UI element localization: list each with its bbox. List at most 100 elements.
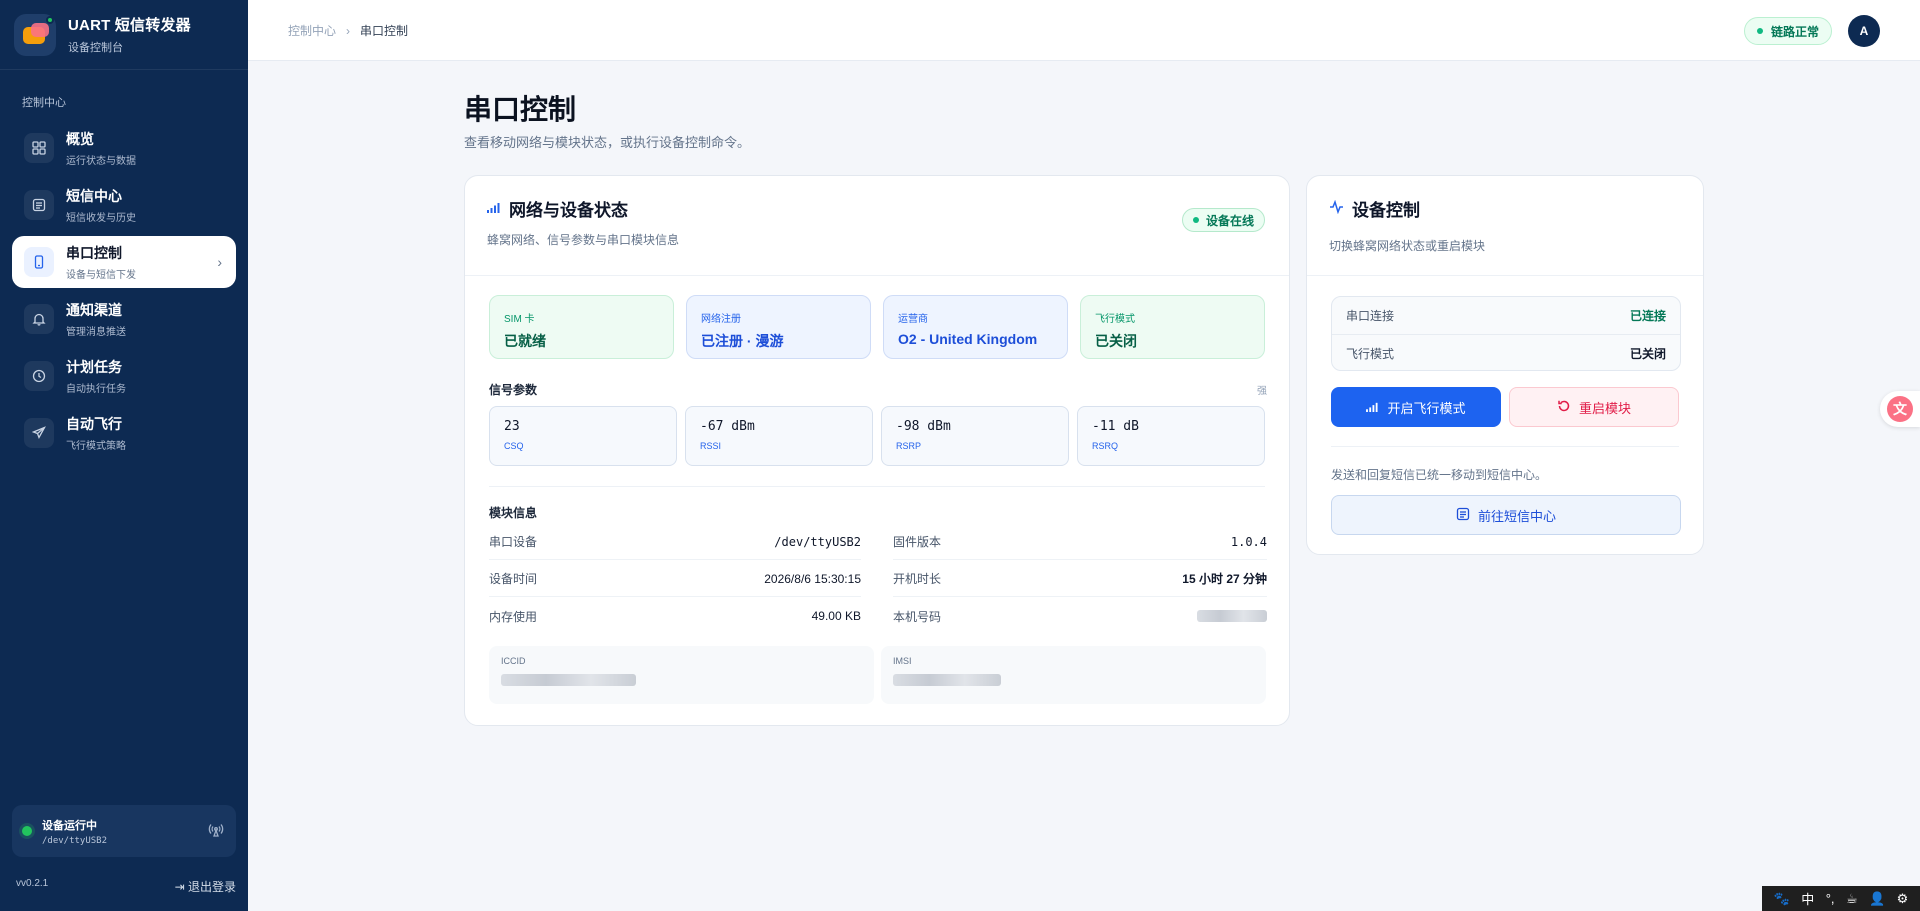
logout-button[interactable]: ⇥ 退出登录: [175, 878, 236, 895]
control-status-box: 串口连接 已连接 飞行模式 已关闭: [1331, 296, 1681, 371]
iccid-box: ICCID: [489, 646, 874, 704]
serial-connection-row: 串口连接 已连接: [1332, 297, 1680, 334]
network-card-subtitle: 蜂窝网络、信号参数与串口模块信息: [487, 233, 680, 247]
signal-label: RSRP: [896, 441, 922, 451]
ime-tool-icon[interactable]: ☕: [1846, 891, 1858, 907]
brand-subtitle: 设备控制台: [68, 42, 123, 54]
ime-user-icon[interactable]: 👤: [1869, 891, 1885, 907]
restart-module-button[interactable]: 重启模块: [1509, 387, 1679, 427]
enable-airplane-button[interactable]: 开启飞行模式: [1331, 387, 1501, 427]
app-version: vv0.2.1: [16, 878, 49, 889]
device-status-title: 设备运行中: [42, 819, 97, 832]
module-row: 本机号码: [893, 598, 1267, 634]
airplane-tile: 飞行模式 已关闭: [1080, 295, 1265, 359]
tile-label: 飞行模式: [1095, 314, 1135, 325]
restart-icon: [1557, 399, 1571, 416]
sidebar: UART 短信转发器 设备控制台 控制中心 概览 运行状态与数据 短信中心 短信收发…: [0, 0, 248, 911]
nav-title: 短信中心: [66, 188, 122, 204]
signal-value: -67 dBm: [700, 419, 755, 434]
paw-icon[interactable]: 🐾: [1774, 891, 1790, 907]
avatar[interactable]: A: [1848, 15, 1880, 47]
grid-icon: [24, 133, 54, 163]
link-status-label: 链路正常: [1770, 24, 1819, 39]
module-row: 开机时长 15 小时 27 分钟: [893, 561, 1267, 597]
nav-subtitle: 管理消息推送: [66, 327, 126, 338]
module-key: 本机号码: [893, 609, 942, 624]
airplane-label: 飞行模式: [1346, 346, 1395, 361]
signal-rsrp: -98 dBm RSRP: [881, 406, 1069, 466]
tile-value: 已关闭: [1095, 333, 1137, 349]
restart-module-label: 重启模块: [1578, 400, 1631, 416]
signal-value: -98 dBm: [896, 419, 951, 434]
sidebar-item-serial[interactable]: 串口控制 设备与短信下发 ›: [12, 236, 236, 288]
go-sms-center-button[interactable]: 前往短信中心: [1331, 495, 1681, 535]
bell-icon: [24, 304, 54, 334]
sim-tile: SIM 卡已就绪: [489, 295, 674, 359]
device-path: /dev/ttyUSB2: [42, 835, 108, 846]
app-logo: [14, 13, 56, 56]
brand-title: UART 短信转发器: [68, 17, 191, 34]
ime-punct-toggle[interactable]: °,: [1826, 891, 1835, 906]
module-value: 1.0.4: [1230, 534, 1267, 549]
page-title: 串口控制: [464, 94, 577, 125]
control-card-title: 设备控制: [1352, 201, 1420, 220]
enable-airplane-label: 开启飞行模式: [1387, 400, 1466, 416]
device-online-label: 设备在线: [1205, 213, 1254, 228]
serial-label: 串口连接: [1346, 309, 1395, 323]
tile-value: O2 - United Kingdom: [898, 331, 1038, 347]
signal-csq: 23 CSQ: [489, 406, 677, 466]
sms-moved-note: 发送和回复短信已统一移动到短信中心。: [1331, 468, 1548, 482]
tile-label: SIM 卡: [504, 314, 535, 325]
nav-subtitle: 短信收发与历史: [66, 213, 136, 224]
sidebar-item-sms[interactable]: 短信中心短信收发与历史: [12, 179, 236, 231]
signal-bars-icon: [1366, 399, 1379, 415]
sidebar-item-tasks[interactable]: 计划任务自动执行任务: [12, 350, 236, 402]
airplane-mode-row: 飞行模式 已关闭: [1332, 334, 1680, 371]
tile-label: 运营商: [898, 314, 928, 325]
module-value: 15 小时 27 分钟: [1182, 572, 1267, 586]
activity-icon: [1329, 199, 1344, 217]
imsi-redacted: [893, 674, 1001, 686]
module-key: 串口设备: [489, 535, 538, 549]
imsi-label: IMSI: [893, 656, 912, 666]
sidebar-item-overview[interactable]: 概览 运行状态与数据: [12, 122, 236, 174]
chevron-right-icon: ›: [217, 254, 222, 270]
breadcrumb-separator: ›: [346, 23, 351, 38]
module-row: 固件版本 1.0.4: [893, 524, 1267, 560]
ime-lang-toggle[interactable]: 中: [1801, 889, 1814, 908]
breadcrumb-current: 串口控制: [360, 23, 409, 38]
nav-subtitle: 设备与短信下发: [66, 270, 136, 281]
nav-title: 概览: [66, 131, 94, 147]
brand: UART 短信转发器 设备控制台: [0, 0, 248, 70]
network-card-title: 网络与设备状态: [509, 201, 628, 220]
translate-float-button[interactable]: 文: [1880, 391, 1920, 427]
page-subtitle: 查看移动网络与模块状态，或执行设备控制命令。: [464, 135, 751, 150]
signal-label: CSQ: [504, 441, 524, 451]
nav-title: 通知渠道: [66, 302, 122, 318]
signal-bars-icon: [487, 201, 501, 216]
nav-subtitle: 运行状态与数据: [66, 156, 136, 167]
device-status-card: 设备运行中 /dev/ttyUSB2: [12, 805, 236, 857]
module-key: 固件版本: [893, 535, 942, 549]
translate-icon: 文: [1887, 396, 1913, 422]
nav-subtitle: 飞行模式策略: [66, 441, 126, 452]
nav-subtitle: 自动执行任务: [66, 384, 126, 395]
imsi-box: IMSI: [881, 646, 1266, 704]
ime-settings-icon[interactable]: ⚙: [1897, 891, 1909, 907]
sidebar-item-notify[interactable]: 通知渠道管理消息推送: [12, 293, 236, 345]
breadcrumb-home[interactable]: 控制中心: [288, 24, 336, 38]
serial-value: 已连接: [1629, 309, 1666, 323]
signal-section-title: 信号参数: [489, 383, 538, 397]
tile-value: 已注册 · 漫游: [701, 333, 784, 349]
signal-label: RSRQ: [1092, 441, 1119, 451]
module-key: 内存使用: [489, 609, 538, 624]
plane-icon: [24, 418, 54, 448]
signal-label: RSSI: [700, 441, 722, 451]
status-dot: [22, 826, 32, 836]
tile-value: 已就绪: [504, 333, 546, 349]
topbar: 控制中心 › 串口控制 链路正常 A: [248, 0, 1920, 61]
signal-rssi: -67 dBm RSSI: [685, 406, 873, 466]
nav-title: 自动飞行: [66, 416, 122, 432]
nav-title: 计划任务: [66, 359, 122, 375]
sidebar-item-autoflight[interactable]: 自动飞行飞行模式策略: [12, 407, 236, 459]
